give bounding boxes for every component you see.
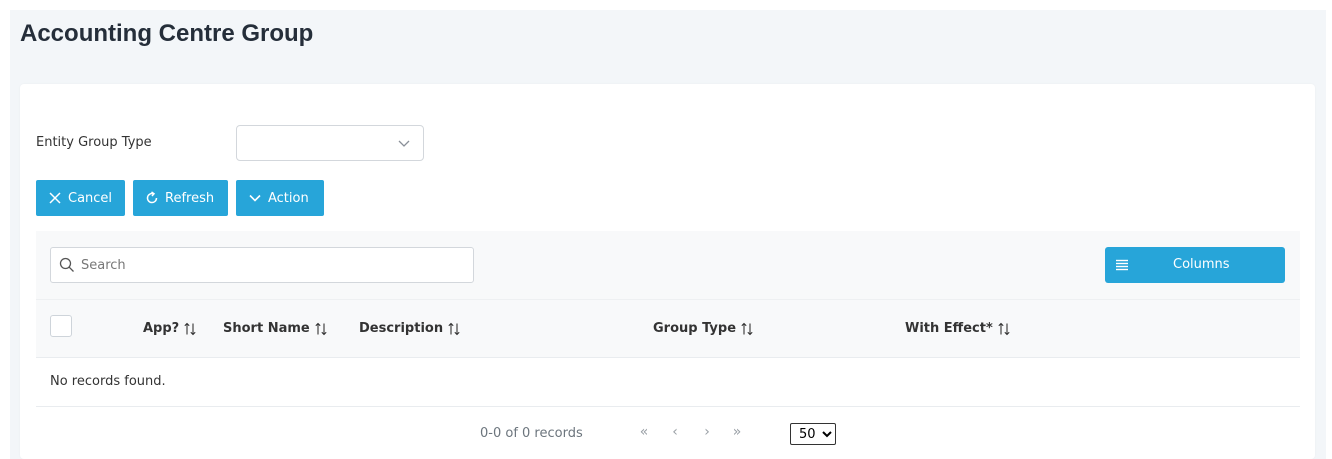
next-page-button[interactable]: ›	[696, 421, 718, 443]
search-icon	[59, 257, 74, 272]
action-button-label: Action	[268, 190, 309, 206]
rows-per-page-select[interactable]: 50	[790, 423, 836, 445]
sort-icon	[998, 322, 1010, 335]
sort-icon	[315, 322, 327, 335]
column-header-label: App?	[143, 321, 180, 336]
table-header-row: App? Short Name Description Group Type W…	[36, 299, 1300, 357]
chevron-down-icon	[249, 194, 261, 202]
column-header-description[interactable]: Description	[359, 321, 461, 336]
refresh-button[interactable]: Refresh	[133, 180, 228, 216]
search-box[interactable]	[50, 247, 474, 283]
sort-icon	[448, 322, 460, 335]
column-header-label: Group Type	[653, 321, 737, 336]
chevron-down-icon	[398, 140, 410, 147]
first-page-button[interactable]: «	[633, 421, 655, 443]
column-header-label: Description	[359, 321, 444, 336]
column-header-with-effect[interactable]: With Effect*	[905, 321, 1011, 336]
column-header-app[interactable]: App?	[143, 321, 197, 336]
select-all-checkbox[interactable]	[50, 315, 72, 337]
paginator: 0-0 of 0 records « ‹ › » 50	[36, 407, 1300, 459]
entity-group-type-label: Entity Group Type	[36, 135, 152, 150]
search-input[interactable]	[81, 250, 461, 280]
sort-icon	[741, 322, 753, 335]
last-page-button[interactable]: »	[726, 421, 748, 443]
column-header-label: Short Name	[223, 321, 310, 336]
data-table: Columns App? Short Name Description	[36, 231, 1300, 459]
column-header-short-name[interactable]: Short Name	[223, 321, 328, 336]
columns-button[interactable]: Columns	[1105, 247, 1285, 283]
empty-message: No records found.	[50, 374, 166, 389]
list-icon	[1116, 259, 1128, 271]
pagination-summary: 0-0 of 0 records	[480, 426, 583, 441]
column-header-label: With Effect*	[905, 321, 993, 336]
table-empty-row: No records found.	[36, 357, 1300, 407]
entity-group-type-select[interactable]	[236, 125, 424, 161]
page-title: Accounting Centre Group	[20, 20, 314, 47]
refresh-button-label: Refresh	[165, 190, 215, 206]
previous-page-button[interactable]: ‹	[664, 421, 686, 443]
sort-icon	[184, 322, 196, 335]
table-toolbar: Columns	[36, 231, 1300, 299]
cancel-button-label: Cancel	[68, 190, 113, 206]
column-header-group-type[interactable]: Group Type	[653, 321, 754, 336]
action-button[interactable]: Action	[236, 180, 324, 216]
cancel-button[interactable]: Cancel	[36, 180, 125, 216]
refresh-icon	[146, 191, 158, 204]
columns-button-label: Columns	[1173, 257, 1230, 272]
close-icon	[49, 192, 61, 204]
